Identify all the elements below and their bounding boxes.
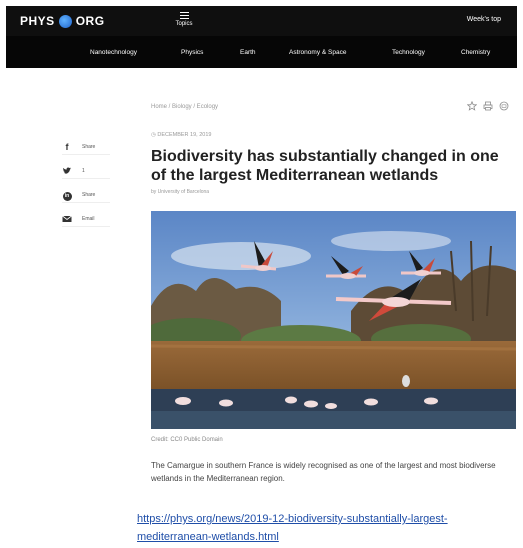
share-count: 1 (82, 168, 85, 174)
share-label: Share (82, 144, 96, 150)
nav-item-astronomy[interactable]: Astronomy & Space (289, 49, 346, 56)
logo-text-right: ORG (75, 14, 105, 28)
image-credit: Credit: CC0 Public Domain (151, 437, 223, 443)
top-bar: PHYS ORG Topics Week's top (6, 6, 517, 36)
nav-item-nanotechnology[interactable]: Nanotechnology (90, 49, 137, 56)
site-logo[interactable]: PHYS ORG (20, 14, 105, 28)
article-title: Biodiversity has substantially changed i… (151, 148, 499, 184)
logo-text-left: PHYS (20, 14, 55, 28)
clock-icon: ◷ (151, 132, 156, 138)
share-twitter[interactable]: 1 (62, 164, 110, 179)
weeks-top-link[interactable]: Week's top (467, 16, 501, 23)
article-summary: The Camargue in southern France is widel… (151, 461, 496, 483)
share-column: f Share 1 in Share Email (62, 140, 110, 236)
email-icon (62, 215, 72, 222)
breadcrumb[interactable]: Home / Biology / Ecology (151, 104, 218, 110)
article-byline: by University of Barcelona (151, 189, 210, 195)
hamburger-icon (179, 12, 189, 19)
star-icon[interactable] (467, 101, 477, 111)
nav-item-earth[interactable]: Earth (240, 49, 256, 56)
date-text: DECEMBER 19, 2019 (157, 132, 212, 138)
article-photo[interactable] (151, 211, 516, 429)
article-tools (467, 101, 509, 111)
share-facebook[interactable]: f Share (62, 140, 110, 155)
share-email[interactable]: Email (62, 212, 110, 227)
flamingo-photo (151, 211, 516, 429)
print-icon[interactable] (483, 101, 493, 111)
email-share-icon[interactable] (499, 101, 509, 111)
share-linkedin[interactable]: in Share (62, 188, 110, 203)
topics-menu-button[interactable]: Topics (169, 10, 199, 27)
share-label: Share (82, 192, 96, 198)
nav-item-chemistry[interactable]: Chemistry (461, 49, 490, 56)
twitter-icon (63, 167, 72, 174)
article-date: ◷ DECEMBER 19, 2019 (151, 132, 211, 138)
source-url-link[interactable]: https://phys.org/news/2019-12-biodiversi… (137, 510, 497, 546)
category-nav: Nanotechnology Physics Earth Astronomy &… (6, 36, 517, 68)
share-label: Email (82, 216, 95, 222)
logo-globe-icon (58, 14, 72, 28)
facebook-icon: f (65, 142, 69, 152)
nav-item-technology[interactable]: Technology (392, 49, 425, 56)
linkedin-icon: in (62, 189, 72, 201)
topics-label: Topics (175, 21, 193, 27)
nav-item-physics[interactable]: Physics (181, 49, 203, 56)
